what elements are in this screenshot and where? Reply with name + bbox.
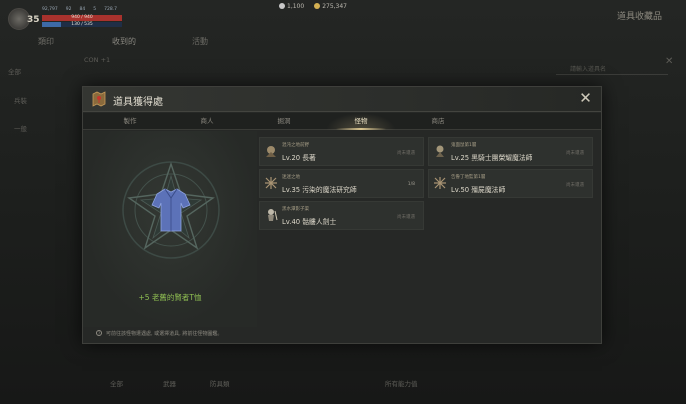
item-emblem[interactable] [119, 158, 223, 262]
hp-text: 940 / 940 [71, 15, 93, 20]
background-bottom-bar: 全部 武器 防具類 所有能力值 [0, 364, 686, 404]
source-status: 尚未遭遇 [397, 151, 415, 156]
source-status: 1/8 [407, 182, 415, 187]
bottom-filter[interactable]: 所有能力值 [385, 378, 418, 388]
map-icon [92, 91, 106, 107]
help-icon: ? [96, 330, 102, 336]
source-location: 告魯丁地監第1層 [451, 175, 486, 180]
monster-icon [436, 145, 444, 157]
source-monster: Lv.50 殭屍魔法師 [451, 186, 506, 194]
monster-source-entry[interactable]: 混沌之地前野 Lv.20 長著 尚未遭遇 [259, 137, 424, 166]
background-tabs: 類印 收到的 活動 請輸入道具名 [0, 30, 686, 75]
close-icon[interactable]: ✕ [577, 90, 594, 107]
footer-note-text: 可前往該怪物遭遇處, 或選擇道具, 將前往怪物圖鑑。 [106, 331, 223, 337]
source-location: 迷迷之地 [282, 175, 300, 180]
tab-merchant[interactable]: 商人 [172, 113, 242, 130]
modal-header: 道具獲得處 ✕ [83, 87, 601, 112]
monster-icon [265, 177, 277, 189]
player-stats: 92,797 92 84 5 728.7 [42, 7, 117, 12]
item-source-modal: 道具獲得處 ✕ 製作 商人 掘洞 怪物 商店 +5 老舊的賢者T恤 混沌之地前野… [82, 86, 602, 344]
hp-bar: 940 / 940 [42, 15, 122, 21]
source-location: 黑水潭影子渠 [282, 207, 309, 212]
source-location: 混沌之地前野 [282, 143, 309, 148]
bg-tab[interactable]: 活動 [192, 36, 208, 47]
source-status: 尚未遭遇 [566, 151, 584, 156]
stat-value: 92 [65, 7, 72, 12]
bg-tab[interactable]: 收到的 [112, 36, 136, 47]
currency-1: 1,100 [279, 3, 304, 10]
background-search-input[interactable]: 請輸入道具名 [556, 64, 668, 75]
background-side-item[interactable]: 兵裝 [14, 95, 27, 105]
tab-crafting[interactable]: 製作 [95, 113, 165, 130]
stat-value: 84 [79, 7, 86, 12]
source-monster: Lv.20 長著 [282, 154, 316, 162]
page-title: 道具收藏品 [616, 12, 662, 22]
currency-1-value: 1,100 [287, 3, 305, 10]
monster-icon [434, 177, 446, 189]
tab-monster[interactable]: 怪物 [326, 113, 396, 130]
source-tabs: 製作 商人 掘洞 怪物 商店 [83, 113, 601, 130]
tab-shop[interactable]: 商店 [403, 113, 473, 130]
source-monster: Lv.40 骷髏人劍士 [282, 218, 337, 226]
background-side-item[interactable]: 一般 [14, 123, 27, 133]
footer-note: ? 可前往該怪物遭遇處, 或選擇道具, 將前往怪物圖鑑。 [96, 330, 222, 337]
stat-value: 5 [93, 7, 97, 12]
source-monster: Lv.25 黑騎士團榮耀魔法師 [451, 154, 533, 162]
bg-tab[interactable]: 類印 [38, 36, 54, 47]
item-name: +5 老舊的賢者T恤 [138, 293, 202, 302]
currency-display: 1,100 275,347 [279, 3, 347, 10]
bottom-filter[interactable]: 全部 [110, 378, 123, 388]
mp-bar: 130 / 535 [42, 22, 122, 27]
bottom-filter[interactable]: 武器 [163, 378, 176, 388]
stat-value: 728.7 [104, 7, 117, 12]
monster-source-entry[interactable]: 告魯丁地監第1層 Lv.50 殭屍魔法師 尚未遭遇 [428, 169, 593, 198]
tab-digging[interactable]: 掘洞 [249, 113, 319, 130]
mp-text: 130 / 535 [71, 22, 93, 27]
player-level: 35 [27, 15, 40, 25]
background-side-item[interactable]: 全部 [8, 66, 21, 76]
bottom-filter[interactable]: 防具類 [210, 378, 230, 388]
monster-icon [268, 209, 278, 221]
stat-value: 92,797 [42, 7, 58, 12]
coin-icon [314, 3, 321, 9]
source-status: 尚未遭遇 [566, 183, 584, 188]
modal-title: 道具獲得處 [113, 97, 163, 108]
background-filter[interactable]: CON +1 [84, 56, 110, 64]
player-hud: 35 92,797 92 84 5 728.7 940 / 940 130 / … [0, 0, 686, 30]
monster-icon [266, 146, 276, 157]
source-monster: Lv.35 污染的魔法研究師 [282, 186, 357, 194]
source-status: 尚未遭遇 [397, 215, 415, 220]
currency-2-value: 275,347 [322, 3, 347, 10]
gem-icon [279, 3, 285, 9]
background-close-icon[interactable]: ✕ [665, 56, 673, 67]
item-preview-pane: +5 老舊的賢者T恤 [83, 131, 257, 327]
monster-source-entry[interactable]: 迷迷之地 Lv.35 污染的魔法研究師 1/8 [259, 169, 424, 198]
currency-2: 275,347 [314, 3, 347, 10]
monster-source-entry[interactable]: 黑水潭影子渠 Lv.40 骷髏人劍士 尚未遭遇 [259, 201, 424, 230]
monster-source-entry[interactable]: 鬼面鼠第1層 Lv.25 黑騎士團榮耀魔法師 尚未遭遇 [428, 137, 593, 166]
source-location: 鬼面鼠第1層 [451, 143, 477, 148]
